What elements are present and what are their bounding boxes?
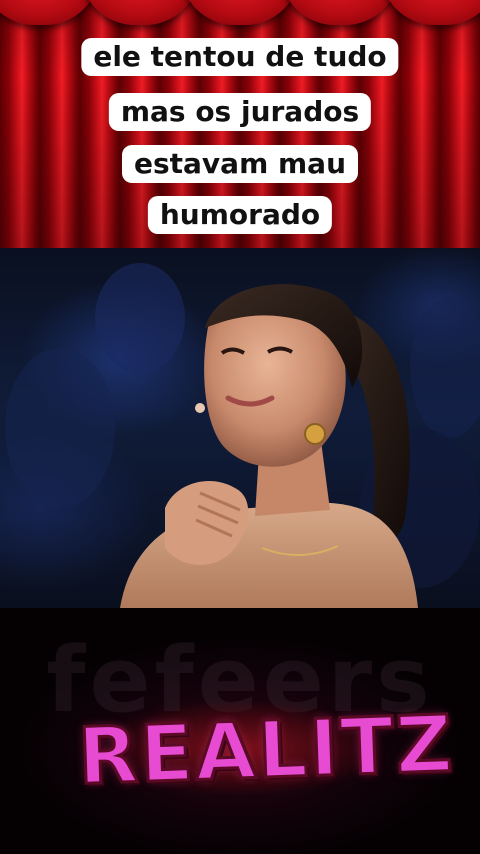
curtain-background: ele tentou de tudo mas os jurados estava…	[0, 0, 480, 248]
dress	[120, 503, 418, 608]
caption-line-4: humorado	[147, 196, 333, 234]
headset-mic	[195, 403, 205, 413]
audience-silhouette	[95, 263, 185, 373]
judge-illustration	[5, 263, 480, 608]
curtain-valance	[0, 0, 480, 30]
audience-silhouette	[410, 298, 480, 438]
judge-photo	[0, 248, 480, 608]
audience-silhouette	[5, 348, 115, 508]
earring	[304, 423, 326, 445]
show-logo: REALITZ	[75, 698, 457, 804]
logo-section: fefeers REALITZ	[0, 608, 480, 854]
caption-line-2: mas os jurados	[108, 93, 372, 131]
video-frame: ele tentou de tudo mas os jurados estava…	[0, 0, 480, 854]
caption-line-1: ele tentou de tudo	[81, 38, 399, 76]
caption-line-3: estavam mau	[121, 145, 359, 183]
